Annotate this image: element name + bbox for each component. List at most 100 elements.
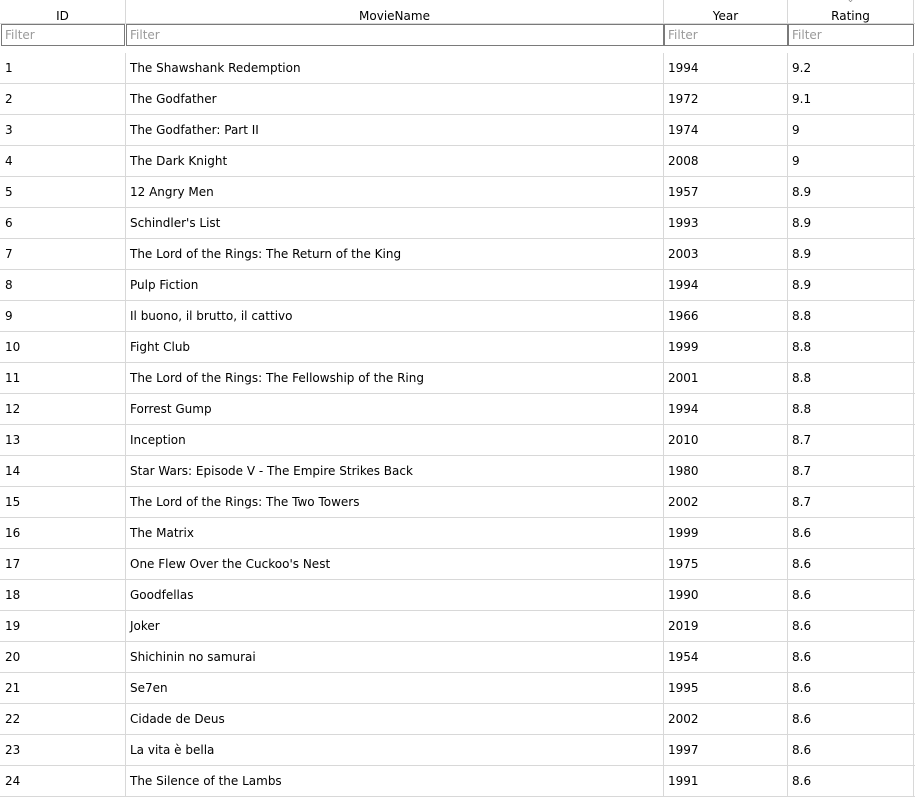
cell-id: 10	[0, 332, 126, 363]
table-row[interactable]: 15 The Lord of the Rings: The Two Towers 2…	[0, 487, 915, 518]
column-header-moviename[interactable]: MovieName	[126, 0, 664, 24]
table-row[interactable]: 13 Inception 2010 8.7	[0, 425, 915, 456]
table-row[interactable]: 23 La vita è bella 1997 8.6	[0, 735, 915, 766]
filter-year-input[interactable]	[664, 24, 788, 46]
cell-id: 6	[0, 208, 126, 239]
cell-rating: 8.6	[788, 611, 914, 642]
cell-id: 1	[0, 53, 126, 84]
cell-moviename: Goodfellas	[126, 580, 664, 611]
cell-rating: 8.9	[788, 239, 914, 270]
cell-year: 1997	[664, 735, 788, 766]
cell-rating: 8.8	[788, 363, 914, 394]
table-row[interactable]: 7 The Lord of the Rings: The Return of th…	[0, 239, 915, 270]
cell-year: 2002	[664, 704, 788, 735]
cell-moviename: The Lord of the Rings: The Two Towers	[126, 487, 664, 518]
cell-year: 1972	[664, 84, 788, 115]
table-row[interactable]: 24 The Silence of the Lambs 1991 8.6	[0, 766, 915, 797]
table-row[interactable]: 3 The Godfather: Part II 1974 9	[0, 115, 915, 146]
table-row[interactable]: 21 Se7en 1995 8.6	[0, 673, 915, 704]
grid-body: 1 The Shawshank Redemption 1994 9.2 2 The God…	[0, 53, 915, 797]
table-row[interactable]: 5 12 Angry Men 1957 8.9	[0, 177, 915, 208]
column-header-label: MovieName	[359, 9, 430, 23]
cell-moviename: Shichinin no samurai	[126, 642, 664, 673]
column-header-label: ID	[56, 9, 69, 23]
cell-moviename: Forrest Gump	[126, 394, 664, 425]
filter-moviename-input[interactable]	[126, 24, 664, 46]
cell-year: 1980	[664, 456, 788, 487]
table-row[interactable]: 11 The Lord of the Rings: The Fellowship …	[0, 363, 915, 394]
table-row[interactable]: 4 The Dark Knight 2008 9	[0, 146, 915, 177]
cell-year: 1999	[664, 332, 788, 363]
cell-rating: 8.6	[788, 735, 914, 766]
table-row[interactable]: 12 Forrest Gump 1994 8.8	[0, 394, 915, 425]
cell-rating: 8.7	[788, 487, 914, 518]
cell-moviename: The Lord of the Rings: The Return of the…	[126, 239, 664, 270]
cell-id: 16	[0, 518, 126, 549]
table-row[interactable]: 22 Cidade de Deus 2002 8.6	[0, 704, 915, 735]
cell-rating: 9	[788, 115, 914, 146]
cell-id: 24	[0, 766, 126, 797]
table-row[interactable]: 9 Il buono, il brutto, il cattivo 1966 8.8	[0, 301, 915, 332]
cell-rating: 8.9	[788, 208, 914, 239]
cell-year: 2010	[664, 425, 788, 456]
column-header-label: Rating	[831, 9, 870, 23]
cell-rating: 8.9	[788, 177, 914, 208]
cell-year: 2019	[664, 611, 788, 642]
cell-year: 1975	[664, 549, 788, 580]
cell-moviename: Pulp Fiction	[126, 270, 664, 301]
filter-id-input[interactable]	[1, 24, 125, 46]
table-row[interactable]: 19 Joker 2019 8.6	[0, 611, 915, 642]
cell-id: 8	[0, 270, 126, 301]
table-row[interactable]: 10 Fight Club 1999 8.8	[0, 332, 915, 363]
column-header-rating[interactable]: ⌄ Rating	[788, 0, 914, 24]
cell-year: 1974	[664, 115, 788, 146]
cell-id: 4	[0, 146, 126, 177]
cell-rating: 9.1	[788, 84, 914, 115]
cell-moviename: Schindler's List	[126, 208, 664, 239]
cell-year: 2001	[664, 363, 788, 394]
cell-rating: 8.8	[788, 301, 914, 332]
cell-moviename: The Lord of the Rings: The Fellowship of…	[126, 363, 664, 394]
cell-moviename: La vita è bella	[126, 735, 664, 766]
cell-moviename: The Matrix	[126, 518, 664, 549]
cell-year: 2008	[664, 146, 788, 177]
table-row[interactable]: 20 Shichinin no samurai 1954 8.6	[0, 642, 915, 673]
cell-rating: 8.7	[788, 456, 914, 487]
cell-year: 1993	[664, 208, 788, 239]
table-row[interactable]: 16 The Matrix 1999 8.6	[0, 518, 915, 549]
cell-moviename: Cidade de Deus	[126, 704, 664, 735]
column-header-row: ID MovieName Year ⌄ Rating	[0, 0, 915, 24]
cell-year: 1966	[664, 301, 788, 332]
cell-moviename: Il buono, il brutto, il cattivo	[126, 301, 664, 332]
cell-rating: 8.6	[788, 673, 914, 704]
cell-moviename: Fight Club	[126, 332, 664, 363]
table-row[interactable]: 8 Pulp Fiction 1994 8.9	[0, 270, 915, 301]
cell-year: 2003	[664, 239, 788, 270]
table-row[interactable]: 17 One Flew Over the Cuckoo's Nest 1975 8.6	[0, 549, 915, 580]
cell-year: 1957	[664, 177, 788, 208]
cell-year: 1954	[664, 642, 788, 673]
cell-id: 18	[0, 580, 126, 611]
cell-year: 1994	[664, 394, 788, 425]
cell-id: 21	[0, 673, 126, 704]
cell-moviename: Se7en	[126, 673, 664, 704]
column-header-id[interactable]: ID	[0, 0, 126, 24]
cell-rating: 8.7	[788, 425, 914, 456]
table-row[interactable]: 18 Goodfellas 1990 8.6	[0, 580, 915, 611]
cell-id: 19	[0, 611, 126, 642]
cell-moviename: Inception	[126, 425, 664, 456]
cell-id: 2	[0, 84, 126, 115]
table-row[interactable]: 6 Schindler's List 1993 8.9	[0, 208, 915, 239]
cell-id: 14	[0, 456, 126, 487]
table-row[interactable]: 14 Star Wars: Episode V - The Empire Stri…	[0, 456, 915, 487]
cell-moviename: The Shawshank Redemption	[126, 53, 664, 84]
filter-rating-input[interactable]	[788, 24, 914, 46]
table-row[interactable]: 1 The Shawshank Redemption 1994 9.2	[0, 53, 915, 84]
cell-rating: 9.2	[788, 53, 914, 84]
cell-rating: 8.8	[788, 332, 914, 363]
cell-id: 23	[0, 735, 126, 766]
cell-moviename: Joker	[126, 611, 664, 642]
table-row[interactable]: 2 The Godfather 1972 9.1	[0, 84, 915, 115]
column-header-year[interactable]: Year	[664, 0, 788, 24]
cell-moviename: 12 Angry Men	[126, 177, 664, 208]
